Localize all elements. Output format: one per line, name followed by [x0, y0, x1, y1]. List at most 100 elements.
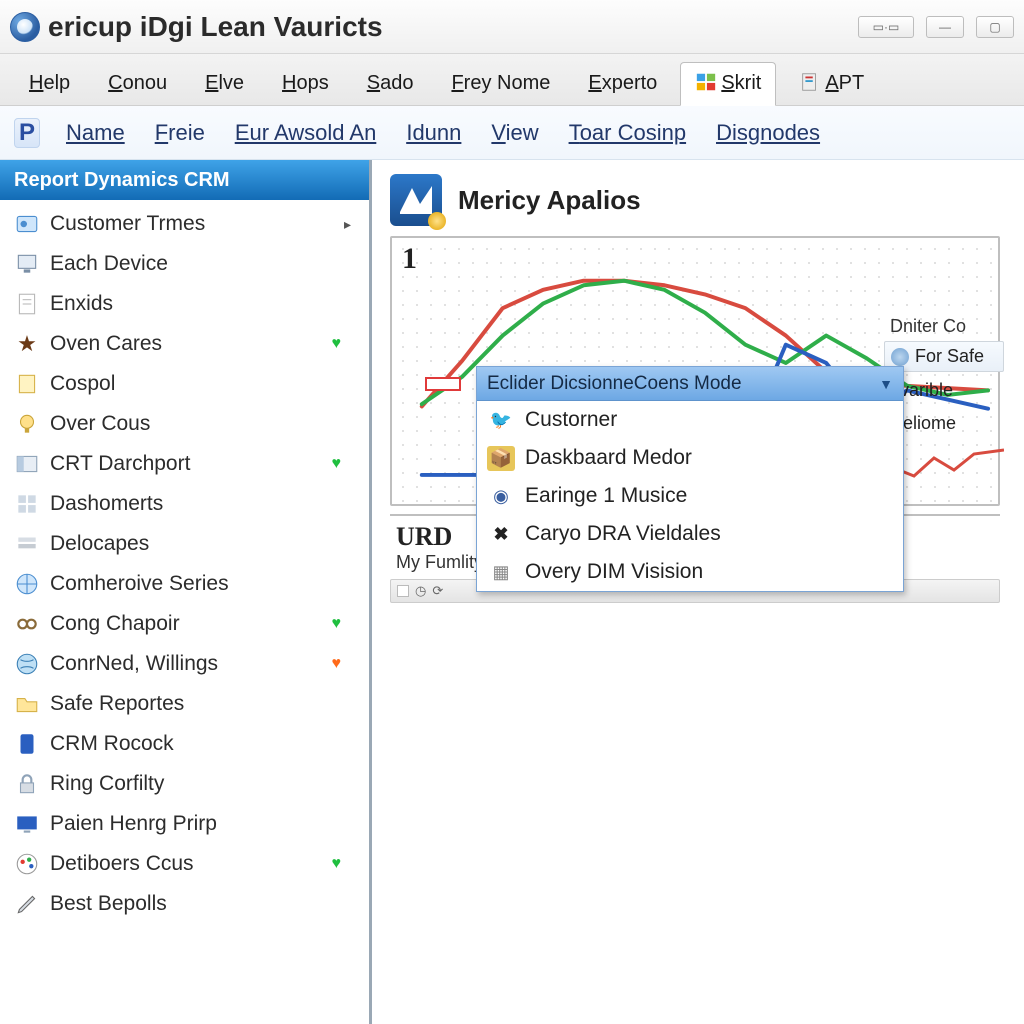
- app-icon: [10, 12, 40, 42]
- note-icon: [14, 371, 40, 397]
- legend-header: Dniter Co: [884, 316, 1004, 337]
- sidebar-item-delocapes[interactable]: Delocapes: [0, 524, 369, 564]
- sidebar-item-best-bepolls[interactable]: Best Bepolls: [0, 884, 369, 924]
- sidebar-item-dashomerts[interactable]: Dashomerts: [0, 484, 369, 524]
- dropdown-item-label: Earinge 1 Musice: [525, 484, 687, 508]
- menu-link-idunn[interactable]: Idunn: [406, 120, 461, 146]
- ribbon-tab-hops[interactable]: Hops: [267, 63, 344, 105]
- pane-title-text: Mericy Apalios: [458, 185, 641, 216]
- disc-icon: ◉: [489, 484, 513, 508]
- sidebar-item-crt-darchport[interactable]: CRT Darchport♥: [0, 444, 369, 484]
- sidebar-item-label: Customer Trmes: [50, 212, 205, 236]
- sidebar-item-label: Ring Corfilty: [50, 772, 164, 796]
- dropdown-header[interactable]: Eclider DicsionneCoens Mode ▼: [477, 367, 903, 401]
- menu-link-disgnodes[interactable]: Disgnodes: [716, 120, 820, 146]
- caret-icon: ▸: [344, 216, 351, 233]
- sidebar-item-label: Cospol: [50, 372, 115, 396]
- stack-icon: [14, 531, 40, 557]
- program-badge-icon: P: [14, 118, 40, 148]
- sidebar-item-cospol[interactable]: Cospol: [0, 364, 369, 404]
- sidebar-item-conrned-willings[interactable]: ConrNed, Willings ♥: [0, 644, 369, 684]
- cal-icon: ▦: [489, 560, 513, 584]
- legend-swatch-icon: [891, 348, 909, 366]
- star-icon: ★: [14, 331, 40, 357]
- sidebar-item-label: Comheroive Series: [50, 572, 229, 596]
- document-icon: [799, 71, 821, 93]
- menu-link-eur-awsold-an[interactable]: Eur Awsold An: [235, 120, 376, 146]
- sidebar-item-over-cous[interactable]: Over Cous: [0, 404, 369, 444]
- sidebar-item-label: Safe Reportes: [50, 692, 184, 716]
- paint-icon: [14, 851, 40, 877]
- world-icon: [14, 651, 40, 677]
- sidebar-item-paien-henrg-prirp[interactable]: Paien Henrg Prirp: [0, 804, 369, 844]
- status-seg-icon: [397, 585, 409, 597]
- sidebar-item-customer-trmes[interactable]: Customer Trmes ▸: [0, 204, 369, 244]
- favorite-icon: ♥: [332, 455, 342, 473]
- devblue-icon: [14, 731, 40, 757]
- sidebar-item-label: Each Device: [50, 252, 168, 276]
- menu-row: P Name Freie Eur Awsold An Idunn View Toar Co…: [0, 106, 1024, 160]
- minimize-button[interactable]: —: [926, 16, 964, 38]
- dropdown-item-earinge-1-musice[interactable]: ◉ Earinge 1 Musice: [477, 477, 903, 515]
- legend-swatch-icon: [425, 377, 461, 391]
- x-icon: ✖: [489, 522, 513, 546]
- dropdown-item-label: Overy DIM Visision: [525, 560, 703, 584]
- ribbon-tab-sado[interactable]: Sado: [352, 63, 429, 105]
- ribbon-tab-frey-nome[interactable]: Frey Nome: [436, 63, 565, 105]
- dropdown-item-overy-dim-visision[interactable]: ▦ Overy DIM Visision: [477, 553, 903, 591]
- ribbon-tab-experto[interactable]: Experto: [573, 63, 672, 105]
- menu-link-name[interactable]: Name: [66, 120, 125, 146]
- dropdown-item-label: Daskbaard Medor: [525, 446, 692, 470]
- ribbon-tab-elve[interactable]: Elve: [190, 63, 259, 105]
- sidebar-item-each-device[interactable]: Each Device: [0, 244, 369, 284]
- clock-icon: ◷: [415, 583, 426, 599]
- menu-link-freie[interactable]: Freie: [155, 120, 205, 146]
- sidebar-item-label: Cong Chapoir: [50, 612, 180, 636]
- sidebar-item-label: ConrNed, Willings: [50, 652, 218, 676]
- sidebar-item-label: Dashomerts: [50, 492, 163, 516]
- ribbon-tab-help[interactable]: Help: [14, 63, 85, 105]
- sidebar-item-cong-chapoir[interactable]: Cong Chapoir♥: [0, 604, 369, 644]
- sidebar-item-enxids[interactable]: Enxids: [0, 284, 369, 324]
- dropdown-item-label: Custorner: [525, 408, 617, 432]
- dropdown-item-caryo-dra-vieldales[interactable]: ✖Caryo DRA Vieldales: [477, 515, 903, 553]
- refresh-icon: ⟳: [432, 583, 443, 599]
- menu-link-view[interactable]: View: [491, 120, 538, 146]
- sidebar-item-crm-rocock[interactable]: CRM Rocock: [0, 724, 369, 764]
- favorite-icon: ♥: [332, 655, 342, 673]
- favorite-icon: ♥: [332, 335, 342, 353]
- ribbon-tab-conou[interactable]: Conou: [93, 63, 182, 105]
- mode-dropdown[interactable]: Eclider DicsionneCoens Mode ▼ 🐦Custorner…: [476, 366, 904, 592]
- sidebar-item-label: Delocapes: [50, 532, 149, 556]
- ribbon-tab-skrit[interactable]: Skrit: [680, 62, 776, 106]
- page-icon: [14, 291, 40, 317]
- window-layout-button[interactable]: ▭·▭: [858, 16, 914, 38]
- ribbon-tab-apt[interactable]: APT: [784, 62, 879, 105]
- sidebar-item-detiboers-ccus[interactable]: Detiboers Ccus♥: [0, 844, 369, 884]
- content-area: Report Dynamics CRM Customer Trmes▸Each …: [0, 160, 1024, 1024]
- chart-app-icon: [390, 174, 442, 226]
- sidebar-item-label: Paien Henrg Prirp: [50, 812, 217, 836]
- maximize-button[interactable]: ▢: [976, 16, 1014, 38]
- legend-row-label: For Safe: [915, 346, 984, 367]
- sidebar-list: Customer Trmes ▸ Each Device Enxids ★ Oven Ca…: [0, 200, 369, 928]
- sidebar-item-oven-cares[interactable]: ★ Oven Cares ♥: [0, 324, 369, 364]
- dropdown-item-custorner[interactable]: 🐦Custorner: [477, 401, 903, 439]
- globe-icon: [14, 571, 40, 597]
- sidebar-item-comheroive-series[interactable]: Comheroive Series: [0, 564, 369, 604]
- chart-primary: 1 Eclider DicsionneCoens Mode ▼ 🐦Custorn…: [390, 236, 1000, 506]
- cust-icon: [14, 211, 40, 237]
- main-pane: Mericy Apalios 1 Eclider DicsionneCoens …: [372, 160, 1024, 1024]
- sidebar-item-label: Over Cous: [50, 412, 150, 436]
- sidebar-item-label: Oven Cares: [50, 332, 162, 356]
- sidebar-item-safe-reportes[interactable]: Safe Reportes: [0, 684, 369, 724]
- bulb-icon: [14, 411, 40, 437]
- ribbon-tabs: HelpConouElveHopsSadoFrey NomeExpertoSkr…: [0, 54, 1024, 106]
- dropdown-item-daskbaard-medor[interactable]: 📦Daskbaard Medor: [477, 439, 903, 477]
- sidebar-item-ring-corfilty[interactable]: Ring Corfilty: [0, 764, 369, 804]
- windows-icon: [695, 71, 717, 93]
- sidebar-item-label: Best Bepolls: [50, 892, 167, 916]
- title-bar: ericup iDgi Lean Vauricts ▭·▭ — ▢: [0, 0, 1024, 54]
- sidebar: Report Dynamics CRM Customer Trmes▸Each …: [0, 160, 372, 1024]
- menu-link-toar-cosinp[interactable]: Toar Cosinp: [569, 120, 686, 146]
